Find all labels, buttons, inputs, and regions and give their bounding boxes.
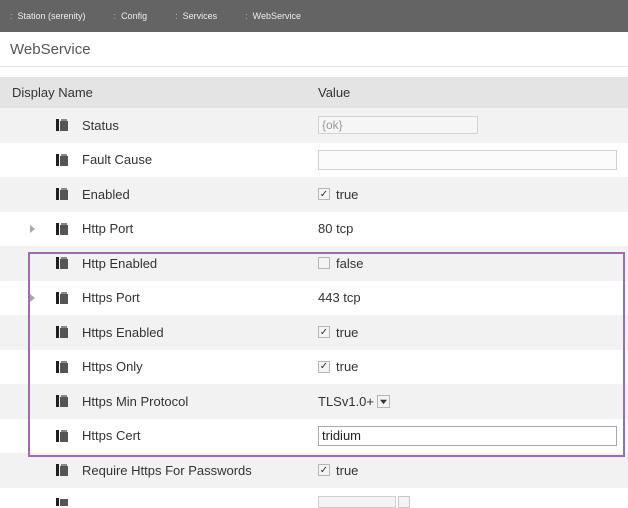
dropdown-button[interactable] [377, 394, 391, 408]
slot-icon [56, 153, 68, 166]
property-value: false [318, 256, 363, 271]
table-row-https-only[interactable]: Https Only ✓ true [0, 350, 628, 385]
property-value: tridium [318, 425, 617, 446]
slot-icon [56, 119, 68, 132]
slot-icon [56, 360, 68, 373]
divider [0, 66, 628, 67]
expand-arrow-icon[interactable] [30, 224, 35, 233]
table-row-partial [0, 487, 628, 508]
slot-icon [56, 395, 68, 408]
breadcrumb-item-config[interactable]: : Config [104, 11, 148, 21]
checkbox[interactable]: ✓ [318, 360, 330, 373]
checkmark-icon: ✓ [319, 326, 329, 338]
breadcrumb-item-station[interactable]: : Station (serenity) [0, 11, 86, 21]
breadcrumb-separator-icon: : [175, 11, 178, 21]
property-label: Http Enabled [82, 255, 158, 271]
port-value: 443 tcp [318, 290, 361, 306]
breadcrumb-separator-icon: : [245, 11, 248, 21]
property-value: TLSv1.0+ [318, 394, 391, 409]
property-value [318, 149, 617, 170]
property-label: Https Port [82, 290, 140, 306]
checkbox[interactable]: ✓ [318, 464, 330, 477]
checkbox-value: false [336, 255, 364, 271]
slot-icon [56, 429, 68, 442]
table-row-https-port[interactable]: Https Port 443 tcp [0, 281, 628, 316]
breadcrumb-label[interactable]: Station (serenity) [18, 11, 86, 21]
slot-icon [56, 498, 68, 506]
property-label: Status [82, 117, 119, 133]
property-value: ✓ true [318, 325, 358, 340]
fault-cause-field [318, 149, 617, 170]
column-header-value[interactable]: Value [318, 85, 350, 100]
property-sheet: Status {ok} Fault Cause Enabled ✓ true Http Po… [0, 108, 628, 488]
select-value[interactable]: TLSv1.0+ [318, 394, 374, 409]
table-row-http-enabled[interactable]: Http Enabled false [0, 246, 628, 281]
dropdown-button-partial [398, 496, 410, 508]
checkbox-value: true [336, 359, 359, 375]
property-value: ✓ true [318, 463, 358, 478]
property-value: ✓ true [318, 187, 358, 202]
checkbox-value: true [336, 186, 359, 202]
table-row-fault-cause[interactable]: Fault Cause [0, 143, 628, 178]
https-cert-input[interactable]: tridium [318, 425, 617, 446]
table-row-enabled[interactable]: Enabled ✓ true [0, 177, 628, 212]
checkbox-value: true [336, 324, 359, 340]
slot-icon [56, 326, 68, 339]
slot-icon [56, 464, 68, 477]
dropdown-arrow-icon [380, 399, 388, 404]
table-row-https-cert[interactable]: Https Cert tridium [0, 419, 628, 454]
expand-arrow-icon[interactable] [30, 293, 35, 302]
property-label: Require Https For Passwords [82, 462, 252, 478]
slot-icon [56, 188, 68, 201]
property-value: {ok} [318, 116, 478, 135]
breadcrumb-label[interactable]: WebService [253, 11, 301, 21]
property-label: Https Only [82, 359, 143, 375]
table-header: Display Name Value [0, 77, 628, 108]
checkmark-icon: ✓ [319, 188, 329, 200]
property-value: 80 tcp [318, 221, 353, 236]
checkbox-value: true [336, 462, 359, 478]
page-title: WebService [10, 41, 91, 58]
checkmark-icon: ✓ [319, 361, 329, 373]
checkmark-icon: ✓ [319, 464, 329, 476]
table-row-require-https-for-passwords[interactable]: Require Https For Passwords ✓ true [0, 453, 628, 488]
checkbox[interactable]: ✓ [318, 188, 330, 201]
property-label: Https Cert [82, 428, 141, 444]
property-label: Https Enabled [82, 324, 164, 340]
table-row-status[interactable]: Status {ok} [0, 108, 628, 143]
slot-icon [56, 257, 68, 270]
table-row-https-min-protocol[interactable]: Https Min Protocol TLSv1.0+ [0, 384, 628, 419]
breadcrumb-label[interactable]: Services [183, 11, 218, 21]
value-field-partial [318, 496, 396, 508]
breadcrumb-separator-icon: : [10, 11, 13, 21]
checkbox[interactable]: ✓ [318, 326, 330, 339]
slot-icon [56, 291, 68, 304]
property-label: Https Min Protocol [82, 393, 189, 409]
breadcrumb: : Station (serenity) : Config : Services : W… [0, 0, 628, 32]
port-value: 80 tcp [318, 221, 354, 237]
status-field: {ok} [318, 116, 478, 135]
property-label: Fault Cause [82, 152, 153, 168]
property-value: 443 tcp [318, 290, 361, 305]
slot-icon [56, 222, 68, 235]
table-row-https-enabled[interactable]: Https Enabled ✓ true [0, 315, 628, 350]
property-label: Enabled [82, 186, 130, 202]
breadcrumb-item-services[interactable]: : Services [165, 11, 217, 21]
breadcrumb-item-webservice[interactable]: : WebService [235, 11, 301, 21]
property-value: ✓ true [318, 359, 358, 374]
breadcrumb-label[interactable]: Config [121, 11, 147, 21]
column-header-display-name[interactable]: Display Name [12, 85, 93, 100]
table-row-http-port[interactable]: Http Port 80 tcp [0, 212, 628, 247]
checkbox[interactable] [318, 257, 330, 270]
breadcrumb-separator-icon: : [113, 11, 117, 21]
property-label: Http Port [82, 221, 134, 237]
